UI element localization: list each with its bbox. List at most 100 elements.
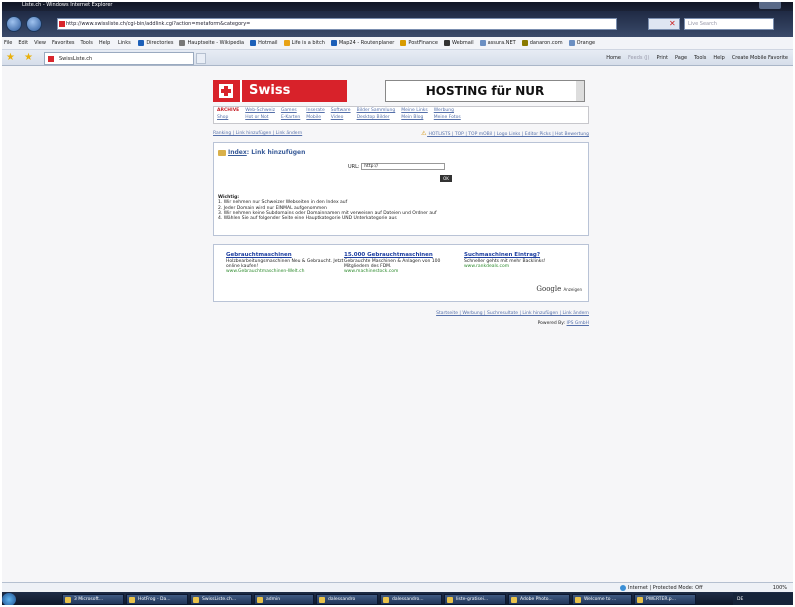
- cat-desktop-bilder[interactable]: Desktop Bilder: [354, 114, 399, 121]
- ad-url[interactable]: www.Gebrauchtmaschinen-Welt.ch: [226, 269, 304, 274]
- taskbar-item[interactable]: Welcome to ...: [572, 594, 632, 605]
- cat-werbung[interactable]: Werbung: [431, 107, 464, 114]
- window-controls[interactable]: [759, 1, 781, 9]
- cat-shop[interactable]: Shop: [214, 114, 242, 121]
- ad-item[interactable]: 15.000 Gebrauchtmaschinen Gebrauchte Mas…: [344, 252, 462, 274]
- site-logo[interactable]: Swiss Liste.ch: [213, 80, 347, 120]
- link-postfinance[interactable]: PostFinance: [400, 39, 438, 46]
- ads-box: Gebrauchtmaschinen Holzbearbeitungsmasch…: [213, 244, 589, 302]
- cat-e-karten[interactable]: E-Karten: [278, 114, 303, 121]
- create-mobile-favorite-button[interactable]: Create Mobile Favorite: [732, 55, 788, 61]
- cat-meine-fotos[interactable]: Meine Fotos: [431, 114, 464, 121]
- forward-icon[interactable]: [26, 16, 42, 32]
- menu-edit[interactable]: Edit: [18, 40, 28, 46]
- taskbar-item[interactable]: HotFrog - Da...: [126, 594, 188, 605]
- link-danaron[interactable]: danaron.com: [521, 39, 563, 46]
- ok-button[interactable]: OK: [440, 175, 452, 182]
- tab-swissliste[interactable]: SwissListe.ch: [44, 52, 194, 65]
- page-button[interactable]: Page: [675, 55, 687, 61]
- url-input[interactable]: http://: [361, 163, 446, 170]
- cat-archive[interactable]: ARCHIVE: [214, 107, 242, 114]
- language-indicator[interactable]: DE: [737, 597, 743, 602]
- breadcrumb-index-link[interactable]: Index: [228, 149, 247, 156]
- link-map24[interactable]: Map24 - Routenplaner: [330, 39, 394, 46]
- hosting-banner[interactable]: HOSTING für NUR: [385, 80, 585, 102]
- system-tray[interactable]: DE: [733, 593, 795, 606]
- cat-software[interactable]: Software: [328, 107, 354, 114]
- google-ads-logo[interactable]: Google Anzeigen: [536, 285, 582, 293]
- link-assura[interactable]: assura.NET: [479, 39, 516, 46]
- cat-mein-blog[interactable]: Mein Blog: [398, 114, 431, 121]
- link-lifeisabitch[interactable]: Life is a bitch: [283, 39, 325, 46]
- powered-label: Powered By:: [537, 321, 566, 326]
- webmail-icon: [443, 39, 450, 46]
- search-input[interactable]: Live Search: [684, 18, 774, 30]
- home-button[interactable]: Home: [606, 55, 621, 61]
- cat-web-schweiz[interactable]: Web-Schweiz: [242, 107, 278, 114]
- ad-url[interactable]: www.rankdeals.com: [464, 264, 509, 269]
- taskbar-item[interactable]: Adobe Photo...: [508, 594, 570, 605]
- wikipedia-icon: [179, 39, 186, 46]
- postfinance-icon: [400, 39, 407, 46]
- link-hotmail[interactable]: Hotmail: [250, 39, 278, 46]
- menu-view[interactable]: View: [34, 40, 46, 46]
- subnav-right-text: HOTLISTS | TOP | TOP mOBil | Logo Links …: [428, 132, 589, 137]
- cat-video[interactable]: Video: [328, 114, 354, 121]
- tools-button[interactable]: Tools: [694, 55, 706, 61]
- ad-url[interactable]: www.machinestock.com: [344, 269, 398, 274]
- address-bar-input[interactable]: http://www.swissliste.ch/cgi-bin/addlink…: [57, 18, 617, 30]
- menu-file[interactable]: File: [4, 40, 12, 46]
- link-webmail[interactable]: Webmail: [443, 39, 474, 46]
- cat-mobile[interactable]: Mobile: [303, 114, 327, 121]
- taskbar-item[interactable]: dalessandro...: [380, 594, 442, 605]
- taskbar-item[interactable]: dalessandro: [316, 594, 378, 605]
- link-wikipedia[interactable]: Hauptseite - Wikipedia: [179, 39, 244, 46]
- taskbar-item[interactable]: liste-gratisei...: [444, 594, 506, 605]
- window-title: Liste.ch - Windows Internet Explorer: [22, 2, 113, 8]
- taskbar-item[interactable]: PWERTER.p...: [634, 594, 696, 605]
- menu-favorites[interactable]: Favorites: [52, 40, 75, 46]
- taskbar-item[interactable]: admin: [254, 594, 314, 605]
- ad-title[interactable]: Gebrauchtmaschinen: [226, 252, 344, 258]
- subnav-right-links[interactable]: ⚠ HOTLISTS | TOP | TOP mOBil | Logo Link…: [421, 130, 589, 138]
- back-icon[interactable]: [6, 16, 22, 32]
- ad-item[interactable]: Gebrauchtmaschinen Holzbearbeitungsmasch…: [226, 252, 344, 274]
- link-directories[interactable]: Directories: [138, 39, 173, 46]
- start-button[interactable]: [2, 593, 16, 606]
- favorites-star-icon[interactable]: ★: [6, 53, 15, 63]
- app-icon: [129, 597, 135, 603]
- ad-title[interactable]: 15.000 Gebrauchtmaschinen: [344, 252, 462, 258]
- link-orange[interactable]: Orange: [568, 39, 595, 46]
- category-row: Shop Hot or Not E-Karten Mobile Video De…: [214, 114, 464, 121]
- feeds-button[interactable]: Feeds (J): [628, 55, 650, 61]
- ad-item[interactable]: Suchmaschinen Eintrag? Schneller gehts m…: [464, 252, 582, 269]
- warning-icon: ⚠: [421, 130, 427, 137]
- address-url: http://www.swissliste.ch/cgi-bin/addlink…: [66, 21, 251, 27]
- stop-icon[interactable]: ✕: [669, 19, 679, 29]
- category-table: ARCHIVE Web-Schweiz Games Inserate Softw…: [214, 107, 464, 121]
- cat-bilder-sammlung[interactable]: Bilder Sammlung: [354, 107, 399, 114]
- taskbar-item[interactable]: SwissListe.ch...: [190, 594, 252, 605]
- taskbar-item[interactable]: 3 Microsoft...: [62, 594, 124, 605]
- rules-notice: Wichtig: 1. Wir nehmen nur Schweizer Web…: [218, 195, 437, 221]
- subnav-left-links[interactable]: Ranking | Link hinzufügen | Link ändern: [213, 131, 302, 136]
- cat-inserate[interactable]: Inserate: [303, 107, 327, 114]
- ad-title[interactable]: Suchmaschinen Eintrag?: [464, 252, 582, 258]
- app-icon: [65, 597, 71, 603]
- cat-meine-links[interactable]: Meine Links: [398, 107, 431, 114]
- menu-tools[interactable]: Tools: [81, 40, 93, 46]
- app-icon: [193, 597, 199, 603]
- refresh-stop-buttons[interactable]: ✕: [648, 18, 680, 30]
- print-button[interactable]: Print: [656, 55, 668, 61]
- tab-bar: ★ ★ SwissListe.ch Home Feeds (J) Print Page…: [0, 50, 795, 66]
- help-button[interactable]: Help: [713, 55, 724, 61]
- google-ads-suffix: Anzeigen: [563, 287, 582, 292]
- link-icon: [479, 39, 486, 46]
- powered-by-link[interactable]: IPS GmbH: [567, 321, 589, 326]
- new-tab-button[interactable]: [196, 53, 206, 64]
- cat-games[interactable]: Games: [278, 107, 303, 114]
- add-favorite-icon[interactable]: ★: [24, 53, 33, 63]
- cat-hot-or-not[interactable]: Hot or Not: [242, 114, 278, 121]
- footer-links[interactable]: Startseite | Werbung | Suchresultate | L…: [436, 311, 589, 316]
- menu-help[interactable]: Help: [99, 40, 110, 46]
